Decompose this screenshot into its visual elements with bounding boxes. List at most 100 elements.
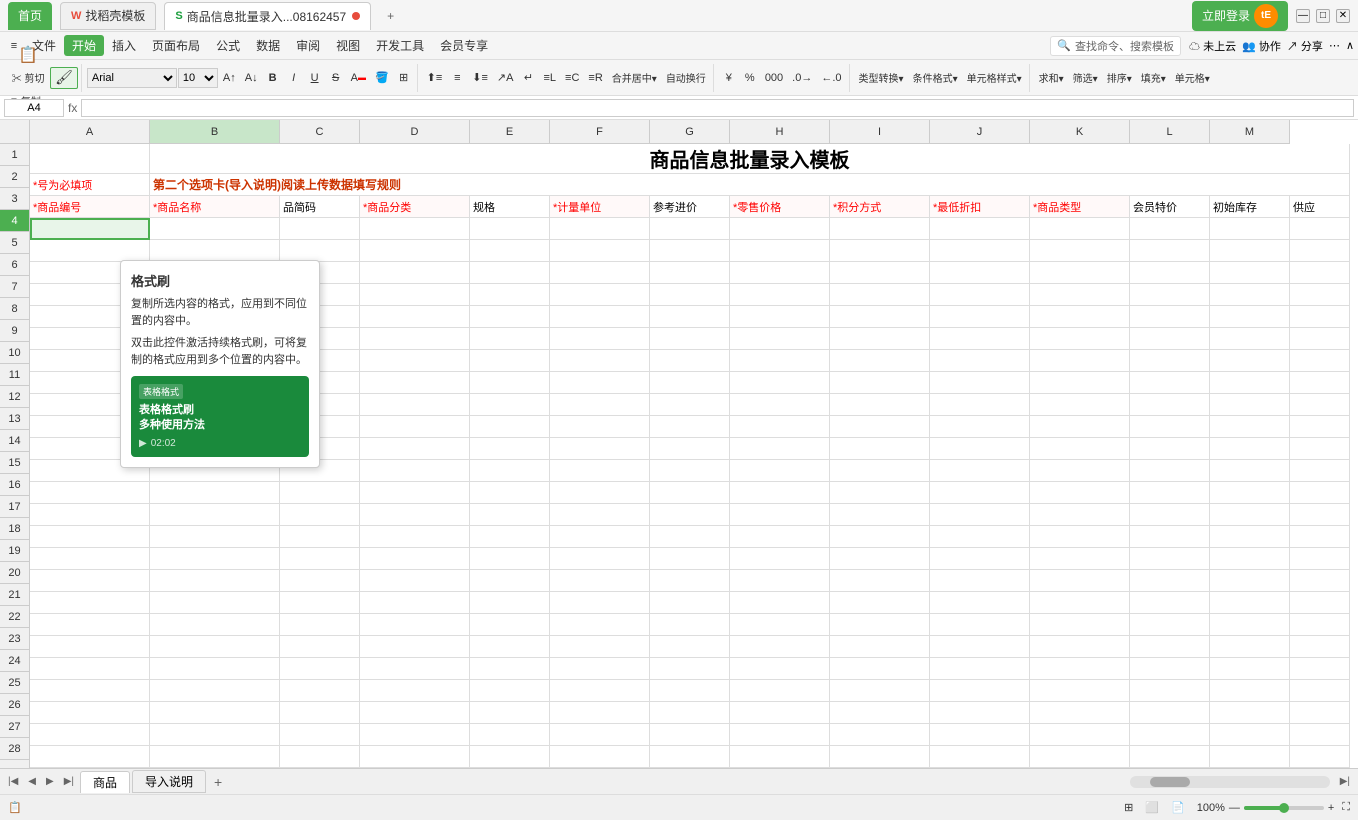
cell-I6[interactable] (830, 262, 930, 284)
cell-M6[interactable] (1210, 262, 1290, 284)
cell-D16[interactable] (360, 482, 470, 504)
cell-G19[interactable] (650, 548, 730, 570)
cell-i4[interactable] (830, 218, 930, 240)
col-header-l[interactable]: L (1130, 120, 1210, 144)
cell-F17[interactable] (550, 504, 650, 526)
row-header-4[interactable]: 4 (0, 210, 29, 232)
cell-A22[interactable] (30, 614, 150, 636)
cell-K13[interactable] (1030, 416, 1130, 438)
cell-N21[interactable] (1290, 592, 1350, 614)
row-header-3[interactable]: 3 (0, 188, 29, 210)
cell-E27[interactable] (470, 724, 550, 746)
cell-L24[interactable] (1130, 658, 1210, 680)
formula-input[interactable] (81, 99, 1354, 117)
row-header-22[interactable]: 22 (0, 606, 29, 628)
cell-K6[interactable] (1030, 262, 1130, 284)
align-bottom-button[interactable]: ⬇≡ (468, 67, 492, 89)
cell-J22[interactable] (930, 614, 1030, 636)
cell-h4[interactable] (730, 218, 830, 240)
cell-N5[interactable] (1290, 240, 1350, 262)
cell-F22[interactable] (550, 614, 650, 636)
menu-page-layout[interactable]: 页面布局 (144, 35, 208, 56)
sort-button[interactable]: 排序▾ (1103, 67, 1136, 89)
cell-D11[interactable] (360, 372, 470, 394)
cell-H11[interactable] (730, 372, 830, 394)
cell-F9[interactable] (550, 328, 650, 350)
cell-H14[interactable] (730, 438, 830, 460)
cell-H12[interactable] (730, 394, 830, 416)
cell-H20[interactable] (730, 570, 830, 592)
cell-H16[interactable] (730, 482, 830, 504)
cell-I28[interactable] (830, 746, 930, 768)
cell-K23[interactable] (1030, 636, 1130, 658)
cell-l3[interactable]: 会员特价 (1130, 196, 1210, 218)
cell-N22[interactable] (1290, 614, 1350, 636)
col-header-m[interactable]: M (1210, 120, 1290, 144)
row-header-2[interactable]: 2 (0, 166, 29, 188)
align-middle-button[interactable]: ≡ (447, 67, 467, 89)
cell-L14[interactable] (1130, 438, 1210, 460)
cell-l4[interactable] (1130, 218, 1210, 240)
cell-N18[interactable] (1290, 526, 1350, 548)
cell-J8[interactable] (930, 306, 1030, 328)
cell-B5[interactable] (150, 240, 280, 262)
cell-H21[interactable] (730, 592, 830, 614)
cell-k4[interactable] (1030, 218, 1130, 240)
cell-N25[interactable] (1290, 680, 1350, 702)
cell-F6[interactable] (550, 262, 650, 284)
font-family-select[interactable]: Arial (87, 68, 177, 88)
cell-j3[interactable]: *最低折扣 (930, 196, 1030, 218)
cell-N13[interactable] (1290, 416, 1350, 438)
cell-D6[interactable] (360, 262, 470, 284)
currency-button[interactable]: ¥ (719, 67, 739, 89)
cell-F15[interactable] (550, 460, 650, 482)
cell-I21[interactable] (830, 592, 930, 614)
cell-a1[interactable] (30, 144, 150, 174)
cell-H8[interactable] (730, 306, 830, 328)
cell-reference-input[interactable] (4, 99, 64, 117)
cell-F18[interactable] (550, 526, 650, 548)
cell-D21[interactable] (360, 592, 470, 614)
cell-I19[interactable] (830, 548, 930, 570)
cell-J7[interactable] (930, 284, 1030, 306)
cell-G7[interactable] (650, 284, 730, 306)
row-header-11[interactable]: 11 (0, 364, 29, 386)
cell-k3[interactable]: *商品类型 (1030, 196, 1130, 218)
cell-N24[interactable] (1290, 658, 1350, 680)
cell-A24[interactable] (30, 658, 150, 680)
cell-C21[interactable] (280, 592, 360, 614)
cell-M16[interactable] (1210, 482, 1290, 504)
row-header-18[interactable]: 18 (0, 518, 29, 540)
cell-c3[interactable]: 品简码 (280, 196, 360, 218)
cell-I9[interactable] (830, 328, 930, 350)
cell-I24[interactable] (830, 658, 930, 680)
cell-f4[interactable] (550, 218, 650, 240)
cell-H18[interactable] (730, 526, 830, 548)
cell-L10[interactable] (1130, 350, 1210, 372)
cell-D28[interactable] (360, 746, 470, 768)
cell-J26[interactable] (930, 702, 1030, 724)
row-header-28[interactable]: 28 (0, 738, 29, 760)
cell-N11[interactable] (1290, 372, 1350, 394)
menu-member[interactable]: 会员专享 (432, 35, 496, 56)
cell-J28[interactable] (930, 746, 1030, 768)
cell-E9[interactable] (470, 328, 550, 350)
view-page-button[interactable]: 📄 (1167, 799, 1189, 816)
cell-D7[interactable] (360, 284, 470, 306)
cell-I16[interactable] (830, 482, 930, 504)
cell-A16[interactable] (30, 482, 150, 504)
cell-B26[interactable] (150, 702, 280, 724)
cell-J9[interactable] (930, 328, 1030, 350)
cell-L18[interactable] (1130, 526, 1210, 548)
cell-J25[interactable] (930, 680, 1030, 702)
cell-I22[interactable] (830, 614, 930, 636)
align-left-button[interactable]: ≡L (539, 67, 560, 89)
cell-G14[interactable] (650, 438, 730, 460)
cell-n4[interactable] (1290, 218, 1350, 240)
cell-G6[interactable] (650, 262, 730, 284)
cell-M7[interactable] (1210, 284, 1290, 306)
cell-F25[interactable] (550, 680, 650, 702)
cell-B28[interactable] (150, 746, 280, 768)
border-button[interactable]: ⊞ (394, 67, 414, 89)
fullscreen-button[interactable]: ⛶ (1342, 801, 1350, 814)
